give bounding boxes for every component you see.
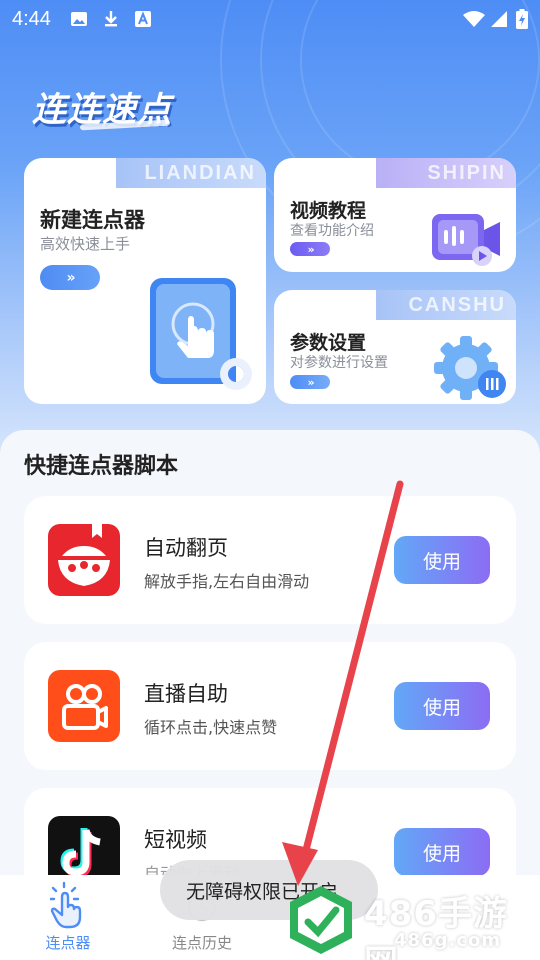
nav-label: 连点器 (45, 934, 91, 952)
nav-item-clicker[interactable]: 连点器 (8, 875, 128, 960)
nav-label: 连点历史 (171, 934, 232, 952)
new-clicker-go-button[interactable]: » (40, 265, 100, 290)
card-title: 新建连点器 (40, 208, 145, 232)
script-name: 自动翻页 (144, 536, 228, 560)
card-tab: SHIPIN (376, 158, 516, 188)
watermark-logo-icon (290, 886, 352, 954)
book-app-icon (48, 524, 120, 596)
card-tab: CANSHU (376, 290, 516, 320)
video-icon (432, 214, 500, 266)
use-button[interactable]: 使用 (394, 682, 490, 730)
arrow-icon: » (307, 375, 314, 389)
param-settings-card[interactable]: CANSHU 参数设置 对参数进行设置 » (274, 290, 516, 404)
card-title: 视频教程 (290, 200, 367, 222)
section-title: 快捷连点器脚本 (24, 454, 179, 479)
param-settings-go-button[interactable]: » (290, 375, 330, 389)
video-tutorial-go-button[interactable]: » (290, 242, 330, 256)
card-tab-text: SHIPIN (427, 162, 506, 184)
card-tab-text: CANSHU (408, 294, 506, 316)
card-title: 参数设置 (290, 332, 367, 354)
script-name: 短视频 (144, 828, 207, 852)
script-card-auto-page: 自动翻页 解放手指,左右自由滑动 使用 (24, 496, 516, 624)
battery-icon (516, 9, 528, 29)
card-subtitle: 查看功能介绍 (290, 223, 374, 239)
watermark: 486手游网 486g.com (284, 880, 540, 960)
status-bar: 4:44 (0, 0, 540, 40)
tap-hand-icon (150, 278, 252, 390)
watermark-subtext: 486g.com (394, 930, 502, 951)
video-tutorial-card[interactable]: SHIPIN 视频教程 查看功能介绍 » (274, 158, 516, 272)
script-name: 直播自助 (144, 682, 228, 706)
settings-gear-icon (434, 336, 506, 400)
signal-icon (491, 11, 507, 27)
image-icon (71, 12, 87, 26)
card-tab: LIANDIAN (116, 158, 266, 188)
tap-hand-icon (50, 881, 82, 929)
font-icon (135, 11, 151, 27)
use-button[interactable]: 使用 (394, 536, 490, 584)
wifi-icon (463, 11, 485, 27)
card-subtitle: 对参数进行设置 (290, 355, 388, 371)
arrow-icon: » (307, 242, 314, 256)
new-clicker-card[interactable]: LIANDIAN 新建连点器 高效快速上手 » (24, 158, 266, 404)
script-desc: 解放手指,左右自由滑动 (144, 572, 310, 591)
card-subtitle: 高效快速上手 (40, 235, 131, 253)
status-time: 4:44 (12, 8, 51, 30)
card-tab-text: LIANDIAN (144, 162, 256, 184)
arrow-icon: » (66, 269, 75, 286)
download-icon (105, 11, 117, 27)
script-card-live-assist: 直播自助 循环点击,快速点赞 使用 (24, 642, 516, 770)
script-desc: 循环点击,快速点赞 (144, 718, 278, 737)
use-button[interactable]: 使用 (394, 828, 490, 876)
kuaishou-app-icon (48, 670, 120, 742)
